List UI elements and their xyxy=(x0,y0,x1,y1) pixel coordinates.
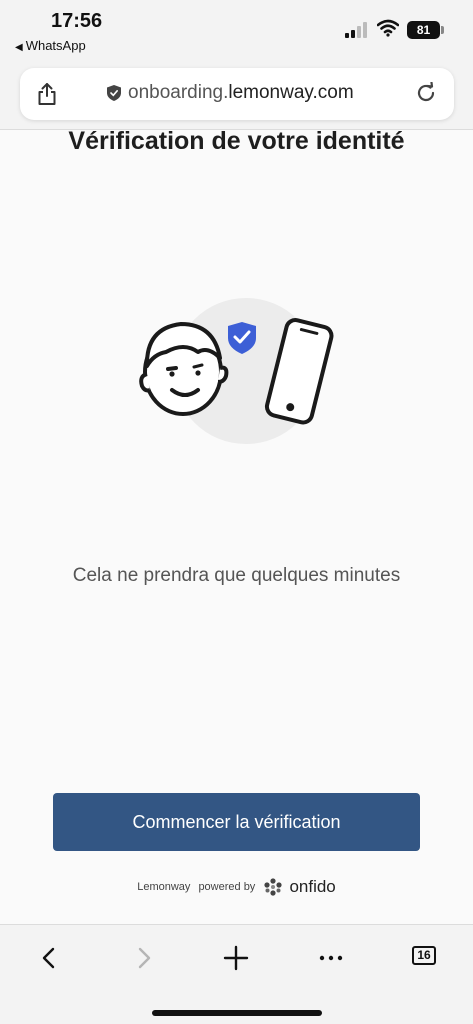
status-time: 17:56 xyxy=(51,10,103,32)
back-app-label: WhatsApp xyxy=(25,38,86,53)
reload-icon[interactable] xyxy=(415,82,437,104)
url-bar[interactable]: onboarding.lemonway.com xyxy=(20,68,454,120)
tabs-count-button[interactable]: 16 xyxy=(412,946,436,965)
url-domain: lemonway.com xyxy=(228,82,354,103)
back-triangle-icon: ◀ xyxy=(15,42,23,53)
onfido-logo-icon xyxy=(264,878,282,896)
browser-toolbar: 16 xyxy=(0,924,473,1024)
back-to-app-link[interactable]: ◀ WhatsApp xyxy=(15,38,86,53)
identity-illustration xyxy=(139,298,334,444)
battery-indicator: 81 xyxy=(407,21,440,39)
url-text: onboarding.lemonway.com xyxy=(128,82,354,104)
new-tab-plus-icon[interactable] xyxy=(221,943,251,973)
subtitle-text: Cela ne prendra que quelques minutes xyxy=(72,565,401,586)
wifi-icon xyxy=(377,19,399,37)
page-title: Vérification de votre identité xyxy=(68,127,405,155)
url-subdomain: onboarding. xyxy=(128,82,229,103)
back-chevron-icon[interactable] xyxy=(34,943,64,973)
powered-by-footer: Lemonway powered by onfido xyxy=(0,877,473,897)
powered-by-label: powered by xyxy=(198,880,256,893)
cellular-signal-icon xyxy=(345,22,371,38)
browser-url-area: onboarding.lemonway.com xyxy=(0,62,473,130)
more-options-icon[interactable] xyxy=(316,943,346,973)
share-icon[interactable] xyxy=(36,82,58,106)
secure-shield-icon xyxy=(107,85,121,101)
home-indicator[interactable] xyxy=(152,1010,322,1016)
status-bar: 17:56 ◀ WhatsApp 81 xyxy=(0,0,473,62)
forward-chevron-icon[interactable] xyxy=(129,943,159,973)
onfido-wordmark: onfido xyxy=(289,877,336,896)
start-verification-button[interactable]: Commencer la vérification xyxy=(53,793,420,851)
brand-name: Lemonway xyxy=(137,880,191,893)
battery-nub xyxy=(441,26,444,34)
